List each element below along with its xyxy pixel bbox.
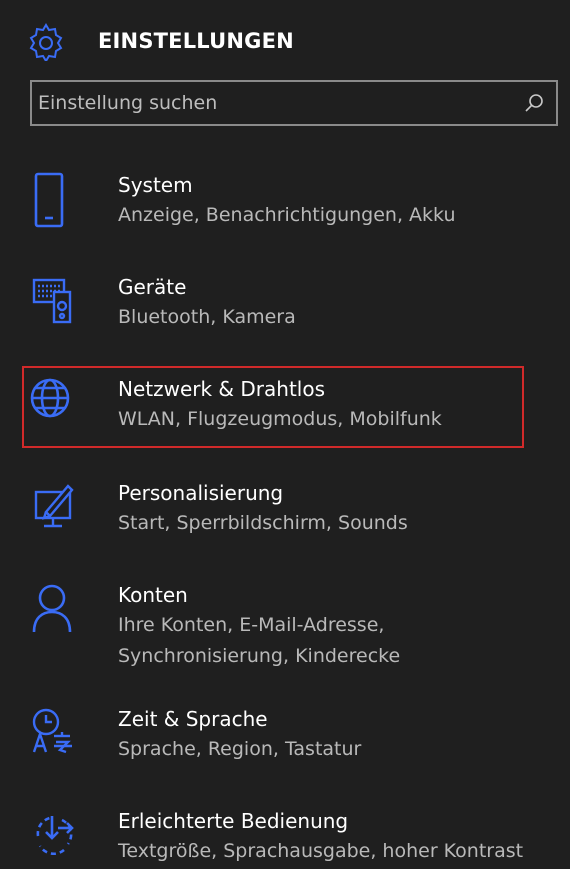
devices-icon (28, 272, 80, 324)
settings-screen: EINSTELLUNGEN System Anzeige, Benachrich… (0, 0, 570, 869)
settings-item-devices[interactable]: Geräte Bluetooth, Kamera (28, 272, 528, 342)
settings-item-label: Personalisierung (118, 481, 284, 505)
personalize-icon (28, 478, 80, 530)
settings-item-description: Sprache, Region, Tastatur (118, 738, 362, 760)
settings-item-description: Bluetooth, Kamera (118, 306, 296, 328)
search-input[interactable] (32, 91, 520, 115)
person-icon (28, 580, 80, 633)
settings-item-description: Ihre Konten, E-Mail-Adresse, Synchronisi… (118, 614, 401, 667)
page-title: EINSTELLUNGEN (98, 29, 294, 53)
ease-of-access-icon (28, 806, 80, 858)
settings-item-network[interactable]: Netzwerk & Drahtlos WLAN, Flugzeugmodus,… (28, 374, 528, 444)
phone-icon (28, 170, 80, 228)
settings-item-label: Zeit & Sprache (118, 707, 268, 731)
settings-item-personalization[interactable]: Personalisierung Start, Sperrbildschirm,… (28, 478, 528, 548)
globe-icon (28, 374, 80, 426)
settings-item-label: Geräte (118, 275, 187, 299)
settings-item-description: Anzeige, Benachrichtigungen, Akku (118, 204, 456, 226)
settings-item-label: Erleichterte Bedienung (118, 809, 349, 833)
settings-item-system[interactable]: System Anzeige, Benachrichtigungen, Akku (28, 170, 528, 250)
settings-item-description: Start, Sperrbildschirm, Sounds (118, 512, 408, 534)
header: EINSTELLUNGEN (24, 18, 294, 64)
settings-item-label: Konten (118, 583, 188, 607)
settings-item-time-language[interactable]: Zeit & Sprache Sprache, Region, Tastatur (28, 704, 528, 774)
gear-icon (24, 19, 68, 63)
settings-item-label: Netzwerk & Drahtlos (118, 377, 325, 401)
time-language-icon (28, 704, 80, 756)
settings-item-label: System (118, 173, 193, 197)
settings-item-accounts[interactable]: Konten Ihre Konten, E-Mail-Adresse, Sync… (28, 580, 528, 680)
settings-item-description: Textgröße, Sprachausgabe, hoher Kontrast (118, 840, 524, 862)
settings-item-ease-of-access[interactable]: Erleichterte Bedienung Textgröße, Sprach… (28, 806, 528, 869)
search-icon[interactable] (520, 89, 548, 117)
settings-item-description: WLAN, Flugzeugmodus, Mobilfunk (118, 408, 442, 430)
search-box[interactable] (30, 80, 558, 126)
